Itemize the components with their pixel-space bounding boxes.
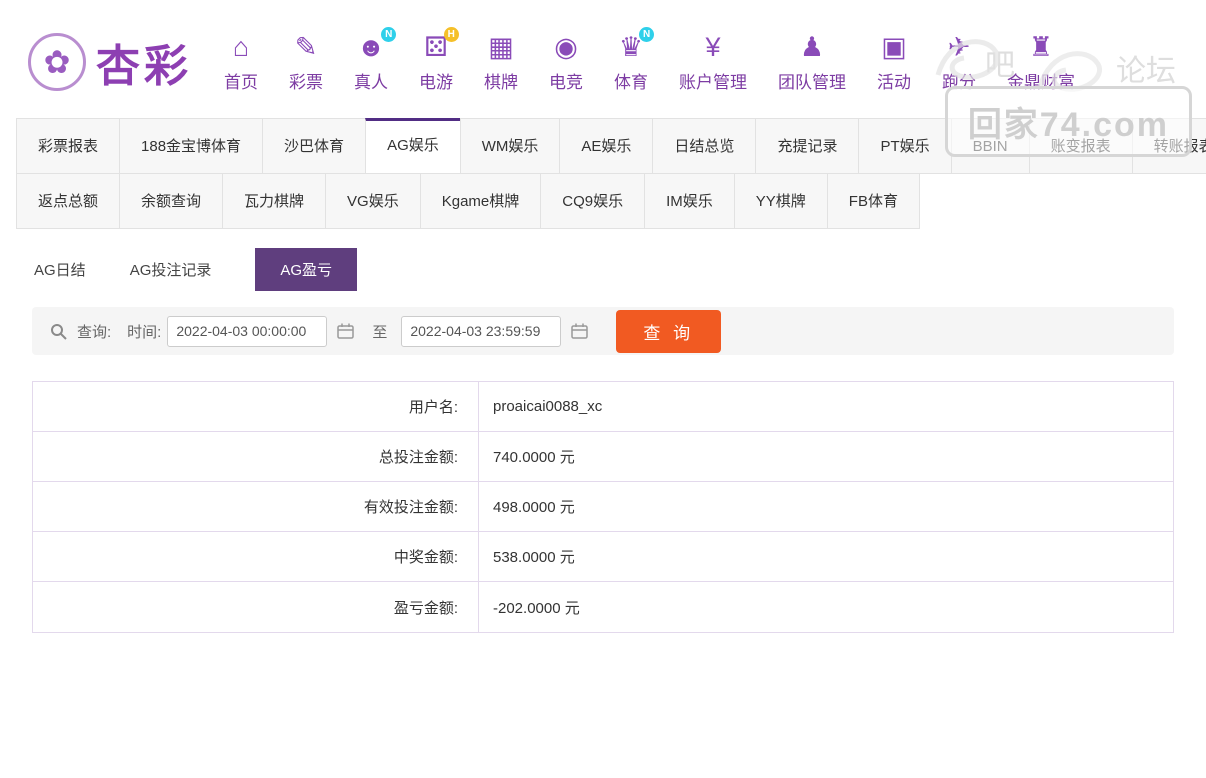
subtab-item[interactable]: AG盈亏 [255, 248, 357, 291]
row-label: 中奖金额: [33, 532, 479, 581]
nav-item-egames[interactable]: ⚄H 电游 [419, 32, 453, 93]
tab-item[interactable]: WM娱乐 [460, 118, 561, 174]
tab-item[interactable]: 瓦力棋牌 [222, 173, 326, 229]
tab-item[interactable]: 188金宝博体育 [119, 118, 263, 174]
table-row: 有效投注金额:498.0000 元 [33, 482, 1173, 532]
trophy-icon: ♛N [619, 32, 643, 64]
tab-item[interactable]: 返点总额 [16, 173, 120, 229]
tab-item[interactable]: 充提记录 [755, 118, 859, 174]
nav-item-label: 体育 [614, 68, 648, 93]
rocket-icon: ✈ [948, 32, 971, 64]
live-dealer-icon: ☻N [357, 32, 385, 64]
tab-item[interactable]: 日结总览 [652, 118, 756, 174]
nav-item-team-management[interactable]: ♟ 团队管理 [778, 32, 846, 93]
gamepad-icon: ◉ [554, 32, 578, 64]
nav-item-lottery[interactable]: ✎ 彩票 [289, 32, 323, 93]
nav-item-board-games[interactable]: ▦ 棋牌 [484, 32, 518, 93]
nav-item-label: 彩票 [289, 68, 323, 93]
new-badge: N [381, 27, 396, 42]
row-value: 538.0000 元 [479, 532, 1173, 581]
home-icon: ⌂ [233, 32, 249, 64]
nav-item-label: 账户管理 [679, 68, 747, 93]
to-separator: 至 [372, 321, 387, 342]
team-people-icon: ♟ [800, 32, 824, 64]
tab-row-1: 彩票报表188金宝博体育沙巴体育AG娱乐WM娱乐AE娱乐日结总览充提记录PT娱乐… [16, 118, 1190, 174]
time-to-input[interactable] [401, 316, 561, 347]
nav-item-esports[interactable]: ◉ 电竞 [549, 32, 583, 93]
tab-item[interactable]: 余额查询 [119, 173, 223, 229]
row-value: 498.0000 元 [479, 482, 1173, 531]
nav-item-promotions[interactable]: ▣ 活动 [877, 32, 911, 93]
table-row: 盈亏金额:-202.0000 元 [33, 582, 1173, 632]
search-icon [50, 323, 67, 340]
row-value: proaicai0088_xc [479, 382, 1173, 431]
tab-item[interactable]: 彩票报表 [16, 118, 120, 174]
main-nav: ⌂ 首页 ✎ 彩票 ☻N 真人 ⚄H 电游 ▦ 棋牌 ◉ 电竞 ♛N 体育 ¥ 账户管理 ♟ 团队管理 ▣ 活动 ✈ 跑分… [224, 32, 1075, 93]
tab-item[interactable]: IM娱乐 [644, 173, 735, 229]
brand-logo[interactable]: ✿ 杏彩 [28, 30, 192, 94]
time-from-input[interactable] [167, 316, 327, 347]
row-label: 有效投注金额: [33, 482, 479, 531]
ag-subtabs: AG日结 AG投注记录 AG盈亏 [34, 249, 1172, 289]
time-label: 时间: [127, 321, 161, 342]
nav-item-sports[interactable]: ♛N 体育 [614, 32, 648, 93]
nav-item-label: 电游 [419, 68, 453, 93]
tab-item[interactable]: CQ9娱乐 [540, 173, 645, 229]
nav-item-live-casino[interactable]: ☻N 真人 [354, 32, 388, 93]
nav-item-label: 电竞 [549, 68, 583, 93]
row-label: 用户名: [33, 382, 479, 431]
tab-item[interactable]: YY棋牌 [734, 173, 828, 229]
row-label: 盈亏金额: [33, 582, 479, 632]
nav-item-label: 跑分 [942, 68, 976, 93]
tab-item[interactable]: BBIN [951, 118, 1030, 174]
slot-games-icon: ⚄H [424, 32, 447, 64]
nav-item-home[interactable]: ⌂ 首页 [224, 32, 258, 93]
tab-item[interactable]: AG娱乐 [365, 118, 461, 174]
nav-item-label: 活动 [877, 68, 911, 93]
top-header: ✿ 杏彩 ⌂ 首页 ✎ 彩票 ☻N 真人 ⚄H 电游 ▦ 棋牌 ◉ 电竞 ♛N 体育 ¥ 账户管理 ♟ 团队管理 ▣… [0, 0, 1206, 118]
nav-item-label: 真人 [354, 68, 388, 93]
tab-item[interactable]: Kgame棋牌 [420, 173, 542, 229]
subtab-item[interactable]: AG日结 [34, 259, 86, 280]
query-label: 查询: [77, 321, 111, 342]
tab-item[interactable]: AE娱乐 [559, 118, 653, 174]
gift-icon: ▣ [881, 32, 907, 64]
nav-item-paofen[interactable]: ✈ 跑分 [942, 32, 976, 93]
tab-item[interactable]: 沙巴体育 [262, 118, 366, 174]
row-label: 总投注金额: [33, 432, 479, 481]
logo-text: 杏彩 [96, 30, 192, 94]
tab-item[interactable]: VG娱乐 [325, 173, 421, 229]
query-button[interactable]: 查 询 [616, 310, 721, 353]
table-row: 中奖金额:538.0000 元 [33, 532, 1173, 582]
table-row: 总投注金额:740.0000 元 [33, 432, 1173, 482]
account-yuan-icon: ¥ [705, 32, 720, 64]
row-value: -202.0000 元 [479, 582, 1173, 632]
nav-item-label: 团队管理 [778, 68, 846, 93]
subtab-item[interactable]: AG投注记录 [130, 259, 212, 280]
cauldron-icon: ♜ [1029, 32, 1053, 64]
calendar-icon[interactable] [571, 323, 588, 339]
result-table: 用户名:proaicai0088_xc总投注金额:740.0000 元有效投注金… [32, 381, 1174, 633]
mahjong-tile-icon: ▦ [488, 32, 514, 64]
logo-flower-icon: ✿ [28, 33, 86, 91]
tab-item[interactable]: FB体育 [827, 173, 920, 229]
lottery-pencil-icon: ✎ [295, 32, 318, 64]
tab-item[interactable]: PT娱乐 [858, 118, 951, 174]
nav-item-jinding-wealth[interactable]: ♜ 金鼎财富 [1007, 32, 1075, 93]
new-badge: N [639, 27, 654, 42]
tab-row-2: 返点总额余额查询瓦力棋牌VG娱乐Kgame棋牌CQ9娱乐IM娱乐YY棋牌FB体育 [16, 173, 1190, 229]
tab-item[interactable]: 转账报表 [1132, 118, 1206, 174]
nav-item-label: 首页 [224, 68, 258, 93]
report-tabstrip: 彩票报表188金宝博体育沙巴体育AG娱乐WM娱乐AE娱乐日结总览充提记录PT娱乐… [16, 118, 1190, 229]
table-row: 用户名:proaicai0088_xc [33, 382, 1173, 432]
tab-item[interactable]: 账变报表 [1029, 118, 1133, 174]
calendar-icon[interactable] [337, 323, 354, 339]
nav-item-label: 金鼎财富 [1007, 68, 1075, 93]
nav-item-account-management[interactable]: ¥ 账户管理 [679, 32, 747, 93]
new-badge: H [444, 27, 459, 42]
query-bar: 查询: 时间: 至 查 询 [32, 307, 1174, 355]
row-value: 740.0000 元 [479, 432, 1173, 481]
nav-item-label: 棋牌 [484, 68, 518, 93]
